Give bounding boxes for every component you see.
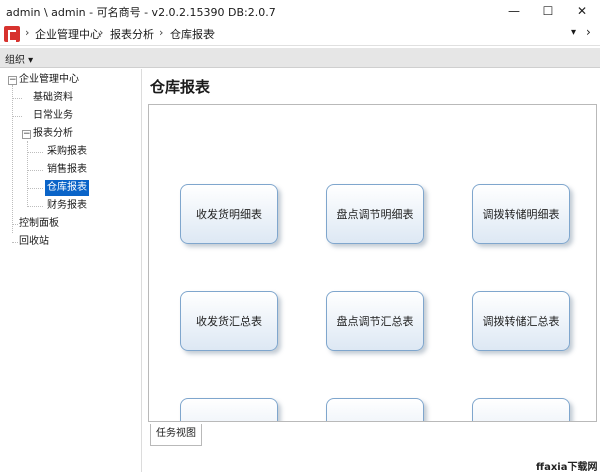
- tree-connector: [12, 224, 18, 225]
- tree-connector: [27, 206, 43, 207]
- tree-item-recycle-bin[interactable]: 回收站: [19, 234, 49, 250]
- tree-connector: [27, 188, 43, 189]
- toolbar: 组织 ▾: [0, 48, 600, 68]
- tree-connector: [27, 152, 43, 153]
- report-card-stocktake-detail[interactable]: 盘点调节明细表: [326, 184, 424, 244]
- breadcrumb-item-report-analysis[interactable]: 报表分析: [110, 26, 154, 42]
- tree-connector: [12, 116, 22, 117]
- breadcrumb-item-warehouse-report[interactable]: 仓库报表: [170, 26, 214, 42]
- tree-connector: [12, 85, 13, 233]
- tree-connector: [27, 141, 28, 205]
- tree-item-sales-report[interactable]: 销售报表: [47, 162, 87, 178]
- report-card-transfer-detail[interactable]: 调拨转储明细表: [472, 184, 570, 244]
- tab-task-view[interactable]: 任务视图: [150, 424, 202, 446]
- history-dropdown-icon[interactable]: ▾: [571, 27, 576, 38]
- window-title: admin \ admin - 可名商号 - v2.0.2.15390 DB:2…: [6, 6, 276, 19]
- breadcrumb-item-enterprise-center[interactable]: 企业管理中心: [35, 26, 101, 42]
- bottom-tab-bar: 任务视图: [148, 422, 600, 472]
- tree-item-warehouse-report[interactable]: 仓库报表: [45, 180, 89, 196]
- close-button[interactable]: ✕: [565, 0, 599, 22]
- maximize-button[interactable]: ☐: [531, 0, 565, 22]
- collapse-toggle-icon[interactable]: −: [22, 130, 31, 139]
- report-card-partial[interactable]: [472, 398, 570, 421]
- breadcrumb-separator: ›: [211, 26, 216, 39]
- report-card-transfer-summary[interactable]: 调拨转储汇总表: [472, 291, 570, 351]
- tree-connector: [12, 242, 18, 243]
- report-card-partial[interactable]: [326, 398, 424, 421]
- tree-item-basic-data[interactable]: 基础资料: [33, 90, 73, 106]
- navigation-tree: − 企业管理中心 基础资料 日常业务 − 报表分析 采购报表 销售报表 仓库报表…: [0, 69, 142, 472]
- breadcrumb-separator: ›: [159, 26, 164, 39]
- breadcrumb-separator: ›: [25, 26, 30, 39]
- minimize-button[interactable]: —: [497, 0, 531, 22]
- app-logo-icon: [4, 26, 20, 42]
- tree-item-purchase-report[interactable]: 采购报表: [47, 144, 87, 160]
- org-dropdown-button[interactable]: 组织 ▾: [5, 51, 33, 66]
- report-card-partial[interactable]: [180, 398, 278, 421]
- tree-item-report-analysis[interactable]: 报表分析: [33, 126, 73, 142]
- breadcrumb-separator: ›: [99, 26, 104, 39]
- title-bar: admin \ admin - 可名商号 - v2.0.2.15390 DB:2…: [0, 0, 600, 22]
- tree-connector: [12, 98, 22, 99]
- address-bar: › 企业管理中心 › 报表分析 › 仓库报表 › ▾ ›: [0, 22, 600, 46]
- collapse-toggle-icon[interactable]: −: [8, 76, 17, 85]
- report-card-receipt-delivery-detail[interactable]: 收发货明细表: [180, 184, 278, 244]
- report-panel: 收发货明细表 盘点调节明细表 调拨转储明细表 收发货汇总表 盘点调节汇总表 调拨…: [148, 104, 597, 422]
- watermark-text: ffaxia下载网: [536, 462, 598, 473]
- tree-item-enterprise-center[interactable]: 企业管理中心: [19, 72, 79, 88]
- tree-item-daily-business[interactable]: 日常业务: [33, 108, 73, 124]
- tree-connector: [27, 170, 43, 171]
- page-title: 仓库报表: [150, 78, 211, 96]
- forward-arrow-icon[interactable]: ›: [586, 25, 591, 39]
- report-card-receipt-delivery-summary[interactable]: 收发货汇总表: [180, 291, 278, 351]
- report-card-stocktake-summary[interactable]: 盘点调节汇总表: [326, 291, 424, 351]
- tree-item-finance-report[interactable]: 财务报表: [47, 198, 87, 214]
- tree-item-control-panel[interactable]: 控制面板: [19, 216, 59, 232]
